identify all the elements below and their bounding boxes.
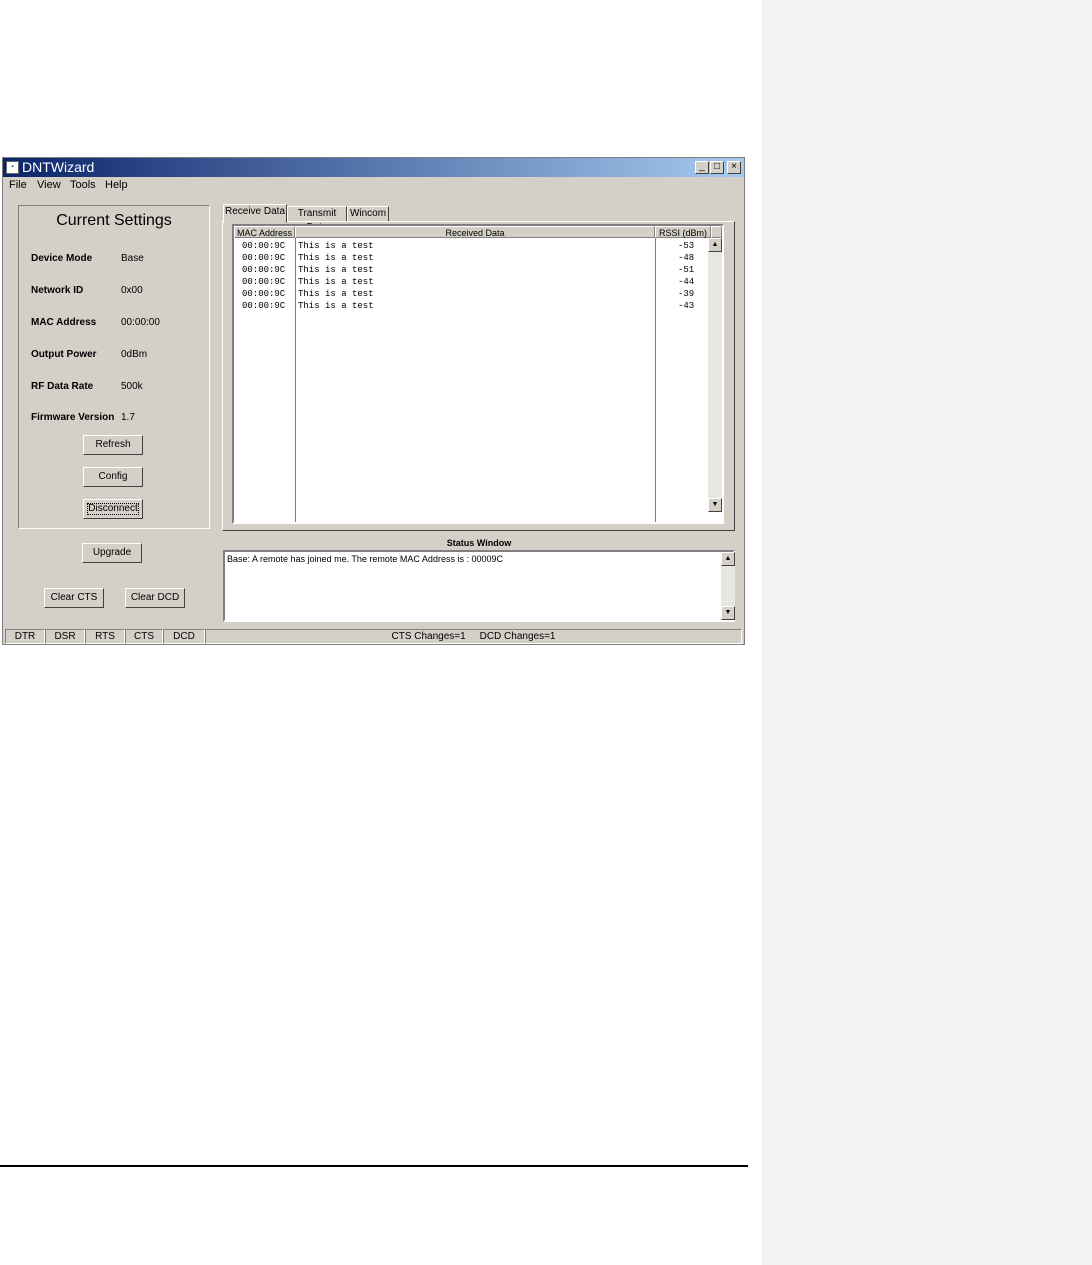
firmware-version-value: 1.7 — [121, 412, 135, 423]
current-settings-title: Current Settings — [56, 212, 172, 229]
title-bar[interactable]: ▪ DNTWizard _ □ × — [3, 158, 744, 177]
status-bar: DTR DSR RTS CTS DCD CTS Changes=1 DCD Ch… — [5, 629, 742, 644]
status-window[interactable]: Base: A remote has joined me. The remote… — [223, 550, 735, 622]
table-scrollbar[interactable]: ▲ ▼ — [708, 238, 722, 512]
tab-wincom[interactable]: Wincom — [347, 206, 389, 222]
row-rssi: -51 — [678, 265, 695, 275]
column-header-mac[interactable]: MAC Address — [234, 226, 295, 238]
row-rssi: -39 — [678, 289, 695, 299]
rf-data-rate-value: 500k — [121, 381, 143, 392]
column-header-rssi[interactable]: RSSI (dBm) — [655, 226, 711, 238]
dntwizard-window: ▪ DNTWizard _ □ × File View Tools Help C… — [2, 157, 745, 645]
disconnect-button[interactable]: Disconnect — [83, 499, 143, 519]
menu-bar: File View Tools Help — [3, 177, 744, 193]
tab-receive-data[interactable]: Receive Data — [223, 204, 287, 223]
row-mac: 00:00:9C — [242, 253, 286, 263]
row-mac: 00:00:9C — [242, 289, 286, 299]
current-settings-group: Current Settings Device Mode Base Networ… — [18, 205, 210, 529]
menu-tools[interactable]: Tools — [70, 177, 96, 193]
device-mode-value: Base — [121, 253, 144, 264]
scroll-up-arrow-icon[interactable]: ▲ — [708, 238, 722, 252]
receive-data-table[interactable]: MAC Address Received Data RSSI (dBm) 00:… — [232, 224, 724, 524]
footer-rule — [0, 1165, 748, 1167]
scroll-down-arrow-icon[interactable]: ▼ — [721, 606, 735, 620]
row-data: This is a test — [298, 253, 374, 263]
row-mac: 00:00:9C — [242, 277, 286, 287]
window-title: DNTWizard — [22, 159, 95, 175]
dsr-indicator: DSR — [45, 629, 85, 644]
clear-dcd-button[interactable]: Clear DCD — [125, 588, 185, 608]
refresh-button[interactable]: Refresh — [83, 435, 143, 455]
dtr-indicator: DTR — [5, 629, 45, 644]
scroll-up-arrow-icon[interactable]: ▲ — [721, 552, 735, 566]
row-data: This is a test — [298, 265, 374, 275]
row-data: This is a test — [298, 301, 374, 311]
row-mac: 00:00:9C — [242, 265, 286, 275]
row-data: This is a test — [298, 241, 374, 251]
app-icon: ▪ — [6, 161, 19, 174]
tab-transmit-data[interactable]: Transmit Data — [287, 206, 347, 233]
scroll-down-arrow-icon[interactable]: ▼ — [708, 498, 722, 512]
firmware-version-label: Firmware Version — [31, 412, 115, 423]
menu-file[interactable]: File — [9, 177, 27, 193]
clear-cts-button[interactable]: Clear CTS — [44, 588, 104, 608]
row-rssi: -53 — [678, 241, 695, 251]
column-header-filler — [711, 226, 722, 238]
close-button[interactable]: × — [727, 161, 741, 174]
rf-data-rate-label: RF Data Rate — [31, 381, 94, 392]
status-window-label: Status Window — [446, 538, 512, 548]
column-header-received-data[interactable]: Received Data — [295, 226, 655, 238]
cts-indicator: CTS — [125, 629, 163, 644]
document-sidebar-margin — [762, 0, 1092, 1265]
row-data: This is a test — [298, 277, 374, 287]
row-mac: 00:00:9C — [242, 241, 286, 251]
row-rssi: -43 — [678, 301, 695, 311]
column-divider — [655, 238, 656, 522]
maximize-button[interactable]: □ — [710, 161, 724, 174]
mac-address-value: 00:00:00 — [121, 317, 160, 328]
status-bar-message: CTS Changes=1 DCD Changes=1 — [205, 629, 742, 644]
output-power-label: Output Power — [31, 349, 97, 360]
config-button[interactable]: Config — [83, 467, 143, 487]
upgrade-button[interactable]: Upgrade — [82, 543, 142, 563]
status-message: Base: A remote has joined me. The remote… — [227, 554, 503, 564]
rts-indicator: RTS — [85, 629, 125, 644]
dcd-indicator: DCD — [163, 629, 205, 644]
menu-help[interactable]: Help — [105, 177, 128, 193]
row-mac: 00:00:9C — [242, 301, 286, 311]
minimize-button[interactable]: _ — [695, 161, 709, 174]
row-rssi: -48 — [678, 253, 695, 263]
network-id-label: Network ID — [31, 285, 84, 296]
column-divider — [295, 238, 296, 522]
row-data: This is a test — [298, 289, 374, 299]
row-rssi: -44 — [678, 277, 695, 287]
network-id-value: 0x00 — [121, 285, 143, 296]
output-power-value: 0dBm — [121, 349, 148, 360]
device-mode-label: Device Mode — [31, 253, 93, 264]
menu-view[interactable]: View — [37, 177, 61, 193]
mac-address-label: MAC Address — [31, 317, 97, 328]
status-scrollbar[interactable]: ▲ ▼ — [721, 552, 735, 620]
